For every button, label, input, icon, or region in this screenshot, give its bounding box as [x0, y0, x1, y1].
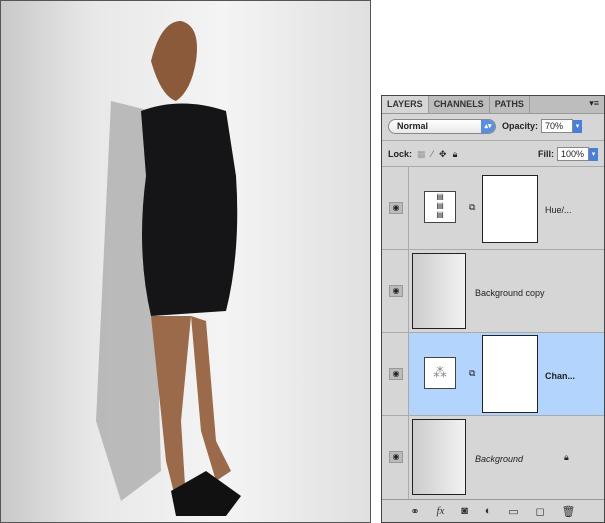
- fx-icon[interactable]: fx: [436, 505, 444, 517]
- layer-hue-saturation[interactable]: ◉ ▤ ▤ ▤ ⧉ Hue/...: [382, 166, 604, 250]
- lock-label: Lock:: [388, 149, 413, 159]
- layer-name[interactable]: Chan...: [545, 371, 575, 381]
- lock-transparent-icon[interactable]: ▦: [417, 149, 426, 160]
- link-icon[interactable]: ⧉: [469, 368, 475, 379]
- panel-menu-icon[interactable]: ▾≡: [584, 96, 604, 113]
- opacity-field[interactable]: 70% ▾: [541, 119, 583, 133]
- fill-label: Fill:: [538, 149, 554, 159]
- tab-layers[interactable]: LAYERS: [382, 96, 429, 113]
- chevron-down-icon[interactable]: ▾: [573, 119, 583, 133]
- fill-field[interactable]: 100% ▾: [557, 147, 598, 161]
- new-layer-icon[interactable]: ◻: [536, 505, 545, 518]
- layer-name[interactable]: Background: [475, 454, 523, 464]
- eye-icon: ◉: [389, 202, 403, 214]
- visibility-toggle[interactable]: ◉: [382, 416, 409, 499]
- layer-mask-thumbnail[interactable]: [482, 175, 538, 243]
- eye-icon: ◉: [389, 451, 403, 463]
- visibility-toggle[interactable]: ◉: [382, 167, 409, 250]
- layer-thumbnail: [412, 419, 466, 495]
- trash-icon[interactable]: 🗑︎: [562, 505, 576, 518]
- link-icon[interactable]: ⧉: [469, 202, 475, 213]
- adjustment-layer-icon[interactable]: ◐: [485, 505, 492, 517]
- eye-icon: ◉: [389, 285, 403, 297]
- layers-panel: LAYERS CHANNELS PATHS ▾≡ Normal ▴▾ Opacit…: [381, 95, 605, 523]
- opacity-label: Opacity:: [502, 121, 539, 131]
- add-mask-icon[interactable]: ◙: [461, 505, 468, 517]
- layer-background[interactable]: ◉ Background 🔒︎: [382, 415, 604, 499]
- blend-mode-select[interactable]: Normal ▴▾: [388, 118, 496, 134]
- lock-brush-icon[interactable]: ⁄: [432, 149, 434, 159]
- visibility-toggle[interactable]: ◉: [382, 333, 409, 416]
- photo-image: [96, 21, 241, 516]
- layer-thumbnail: [412, 253, 466, 329]
- chevron-updown-icon: ▴▾: [481, 119, 495, 133]
- layer-background-copy[interactable]: ◉ Background copy: [382, 249, 604, 333]
- panel-footer: ⚭ fx ◙ ◐ ▭ ◻ 🗑︎: [382, 499, 604, 522]
- canvas-photo[interactable]: [0, 0, 371, 523]
- layer-channel-mixer[interactable]: ◉ ⁂ ⧉ Chan...: [382, 332, 604, 416]
- blend-mode-value: Normal: [397, 120, 429, 131]
- lock-icon: 🔒︎: [564, 452, 569, 462]
- layer-name[interactable]: Background copy: [475, 288, 545, 298]
- panel-tabs: LAYERS CHANNELS PATHS ▾≡: [382, 96, 604, 114]
- lock-move-icon[interactable]: ✥: [439, 149, 447, 160]
- channel-mixer-icon: ⁂: [424, 357, 456, 389]
- tab-paths[interactable]: PATHS: [490, 96, 530, 113]
- layer-mask-thumbnail[interactable]: [482, 335, 538, 413]
- opacity-value[interactable]: 70%: [541, 119, 574, 133]
- new-group-icon[interactable]: ▭: [508, 505, 518, 518]
- visibility-toggle[interactable]: ◉: [382, 250, 409, 333]
- link-layers-icon[interactable]: ⚭: [410, 505, 419, 518]
- hue-saturation-icon: ▤ ▤ ▤: [424, 191, 456, 223]
- eye-icon: ◉: [389, 368, 403, 380]
- fill-value[interactable]: 100%: [557, 147, 589, 161]
- lock-all-icon[interactable]: 🔒︎: [453, 149, 458, 160]
- layer-name[interactable]: Hue/...: [545, 205, 572, 215]
- tab-channels[interactable]: CHANNELS: [429, 96, 490, 113]
- chevron-down-icon[interactable]: ▾: [589, 147, 598, 161]
